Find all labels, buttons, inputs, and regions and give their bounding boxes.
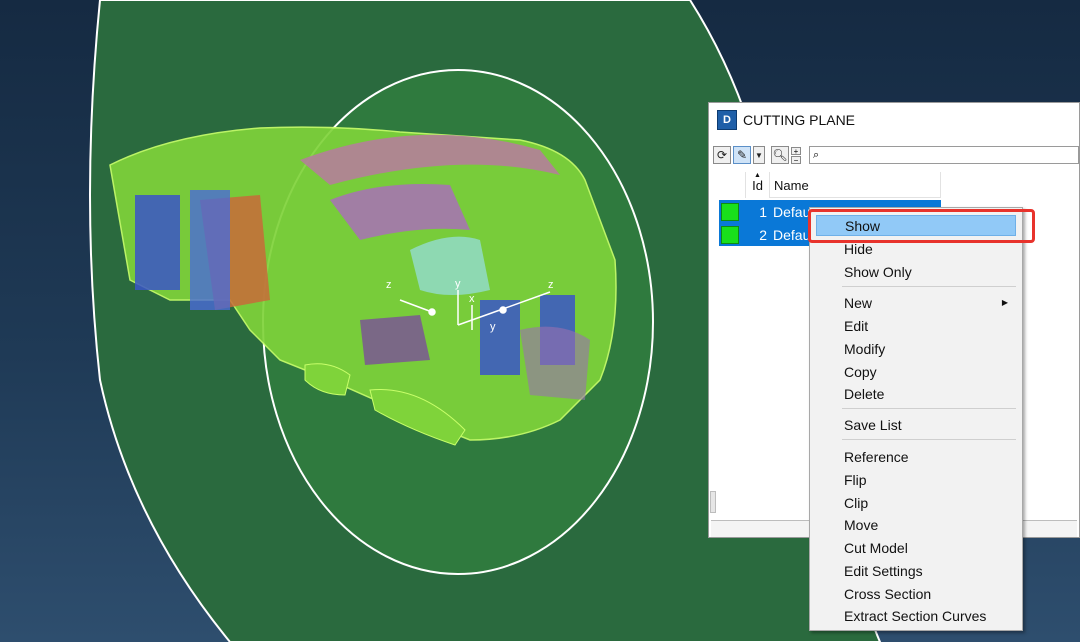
axis-label: y [455, 278, 461, 290]
column-header-name[interactable]: Name [770, 172, 941, 198]
menu-item-move[interactable]: Move [816, 514, 1016, 535]
menu-separator [842, 439, 1016, 440]
column-header-id[interactable]: ▲ Id [746, 172, 770, 198]
cutting-plane-app-icon: D [717, 110, 737, 130]
menu-item-reference[interactable]: Reference [816, 446, 1016, 467]
list-header: ▲ Id Name [719, 172, 941, 198]
menu-item-cross-section[interactable]: Cross Section [816, 583, 1016, 604]
axis-label: x [469, 293, 475, 305]
zoom-icon[interactable]: 🔍︎ [771, 146, 789, 164]
color-swatch[interactable] [721, 202, 739, 221]
menu-item-show-only[interactable]: Show Only [816, 261, 1016, 282]
menu-item-new[interactable]: New ▶ [816, 292, 1016, 313]
menu-separator [842, 408, 1016, 409]
toolbar: ⟳ ✎ ▼ 🔍︎ + − ⌕ [713, 143, 1079, 167]
annotation-highlight-box [808, 209, 1035, 243]
color-swatch[interactable] [721, 225, 739, 244]
highlighter-icon[interactable]: ✎ [733, 146, 751, 164]
submenu-arrow-icon: ▶ [1001, 298, 1008, 307]
expand-icon[interactable]: + [791, 146, 801, 155]
menu-item-extract-section-curves[interactable]: Extract Section Curves [816, 605, 1016, 626]
menu-item-edit-settings[interactable]: Edit Settings [816, 560, 1016, 581]
dropdown-arrow-icon[interactable]: ▼ [753, 146, 765, 164]
window-title: CUTTING PLANE [743, 112, 856, 128]
search-box[interactable]: ⌕ [809, 146, 1079, 164]
collapse-icon[interactable]: − [791, 155, 801, 164]
axis-label: y [490, 321, 496, 333]
column-header-id-label: Id [752, 178, 763, 193]
row-id: 1 [759, 203, 767, 220]
row-id: 2 [759, 226, 767, 243]
refresh-icon[interactable]: ⟳ [713, 146, 731, 164]
color-column-header [719, 172, 746, 198]
axis-label: z [548, 279, 554, 291]
splitter-handle[interactable] [710, 491, 716, 513]
menu-item-flip[interactable]: Flip [816, 469, 1016, 490]
menu-item-modify[interactable]: Modify [816, 338, 1016, 359]
menu-item-delete[interactable]: Delete [816, 383, 1016, 404]
menu-item-save-list[interactable]: Save List [816, 414, 1016, 435]
menu-separator [842, 286, 1016, 287]
search-input[interactable] [821, 148, 1078, 162]
menu-item-copy[interactable]: Copy [816, 361, 1016, 382]
menu-item-cut-model[interactable]: Cut Model [816, 537, 1016, 558]
window-title-bar[interactable]: D CUTTING PLANE [709, 103, 1079, 137]
axis-label: z [386, 279, 392, 291]
sort-ascending-icon: ▲ [754, 172, 761, 179]
context-menu: Show Hide Show Only New ▶ Edit Modify Cop… [809, 207, 1023, 631]
column-header-name-label: Name [774, 178, 809, 193]
search-icon: ⌕ [813, 148, 820, 161]
menu-item-edit[interactable]: Edit [816, 315, 1016, 336]
menu-item-clip[interactable]: Clip [816, 492, 1016, 513]
expand-collapse-group: + − [791, 146, 801, 164]
